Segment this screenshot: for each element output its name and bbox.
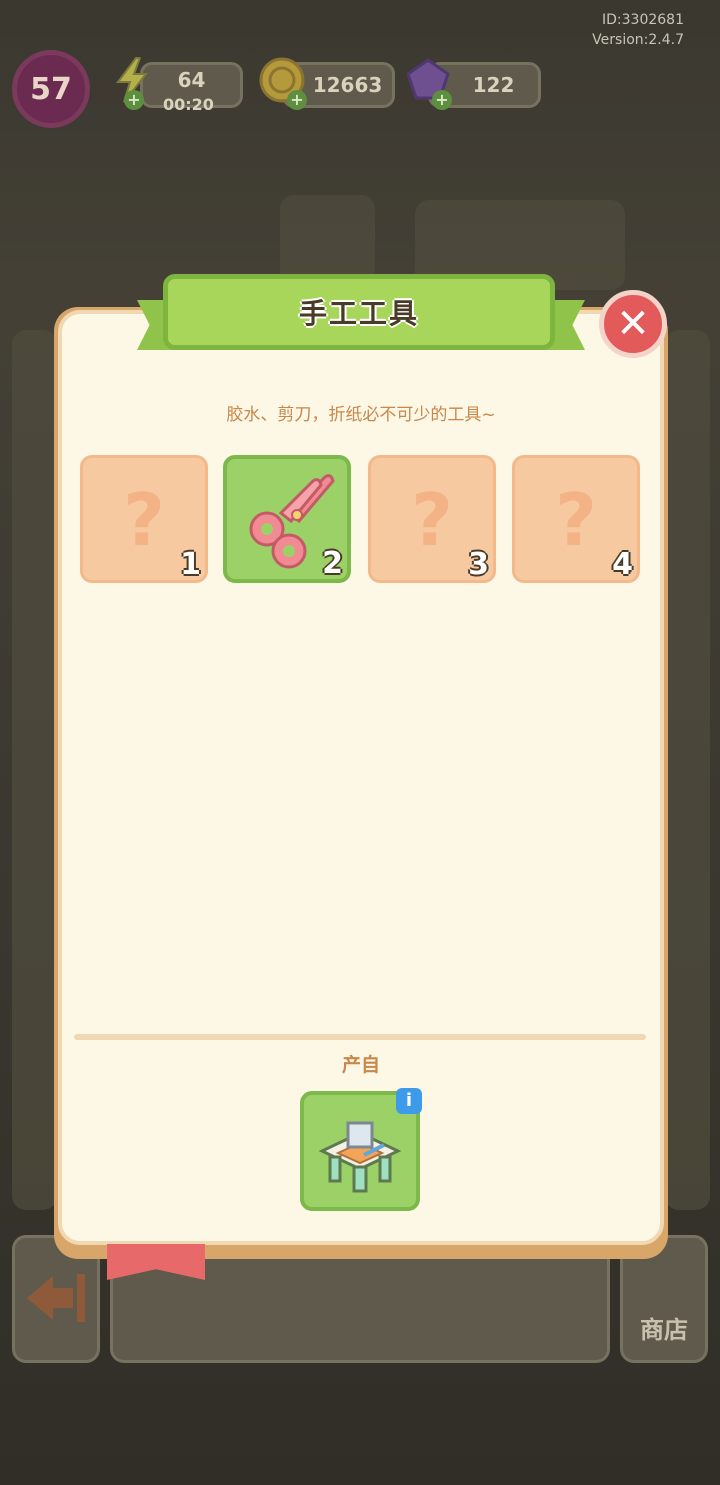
slot-number: 3: [468, 547, 489, 582]
slot-number: 1: [180, 547, 201, 582]
player-level-badge[interactable]: 57: [12, 50, 90, 128]
tool-slot-4[interactable]: ? 4: [512, 455, 640, 583]
slot-number: 4: [612, 547, 633, 582]
energy-timer: 00:20: [163, 95, 214, 114]
close-button[interactable]: ✕: [599, 290, 667, 358]
coin-value: 12663: [312, 73, 383, 97]
gem-value: 122: [472, 73, 515, 97]
add-gems-button[interactable]: +: [432, 90, 452, 110]
dialog-title: 手工工具: [298, 297, 419, 330]
info-icon[interactable]: i: [396, 1088, 422, 1114]
energy-value: 64: [177, 68, 206, 92]
source-label: 产自: [341, 1054, 380, 1076]
slot-number: 2: [322, 546, 343, 581]
build-info: ID:3302681 Version:2.4.7: [592, 10, 684, 50]
tool-slot-2[interactable]: 2: [223, 455, 351, 583]
dialog-description: 胶水、剪刀，折纸必不可少的工具~: [226, 405, 496, 425]
section-divider: [74, 1034, 646, 1040]
close-icon: ✕: [616, 301, 650, 347]
add-energy-button[interactable]: +: [124, 90, 144, 110]
tool-slot-3[interactable]: ? 3: [368, 455, 496, 583]
add-coins-button[interactable]: +: [287, 90, 307, 110]
dialog-title-ribbon: 手工工具: [163, 274, 555, 350]
player-id: ID:3302681: [602, 12, 684, 28]
version-text: Version:2.4.7: [592, 32, 684, 48]
player-level: 57: [30, 71, 72, 107]
tool-slot-1[interactable]: ? 1: [80, 455, 208, 583]
shop-label: 商店: [640, 1316, 688, 1344]
